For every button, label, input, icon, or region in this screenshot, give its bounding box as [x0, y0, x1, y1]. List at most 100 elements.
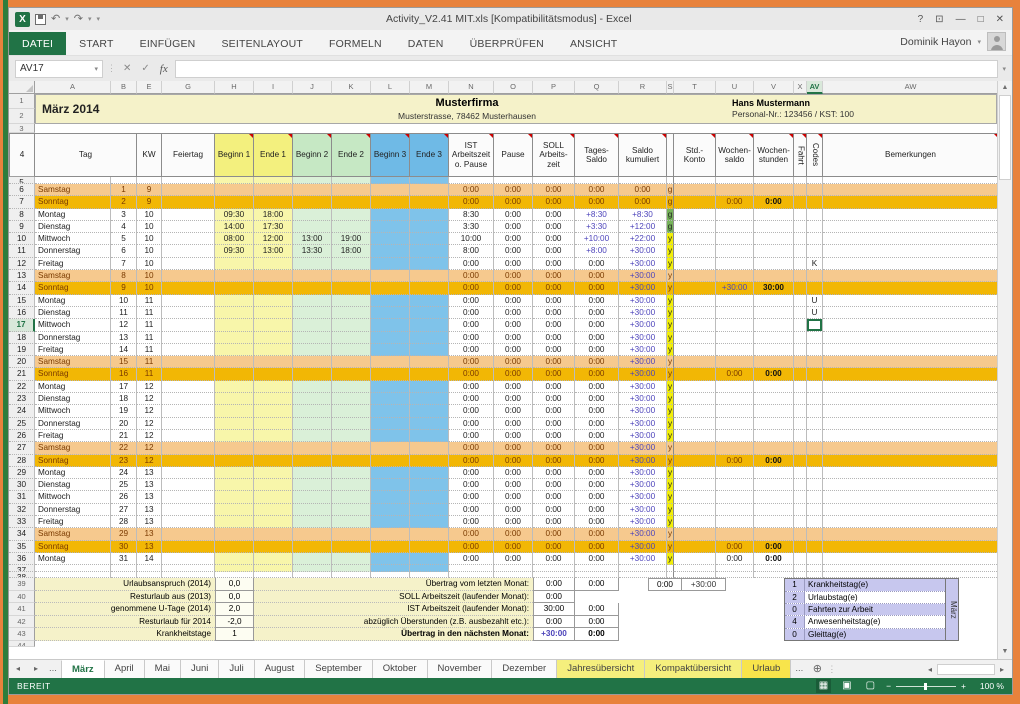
cell-ist-30[interactable]: 0:00 — [449, 479, 494, 491]
row-header-36[interactable]: 36 — [9, 553, 35, 565]
cell-bem-15[interactable] — [823, 295, 997, 307]
cell-soll-31[interactable]: 0:00 — [533, 491, 575, 503]
page-break-view-icon[interactable]: ▢ — [863, 679, 878, 693]
cell-e2-16[interactable] — [332, 307, 371, 319]
cell-day-24[interactable]: Mittwoch — [35, 405, 111, 417]
formula-input[interactable] — [175, 60, 999, 78]
cell-day-5[interactable] — [35, 177, 111, 184]
cell-b3-8[interactable] — [371, 209, 410, 221]
cell-ws-6[interactable] — [716, 184, 754, 196]
row-header-18[interactable]: 18 — [9, 332, 35, 344]
cell-bem-34[interactable] — [823, 528, 997, 540]
column-header-AV[interactable]: AV — [807, 81, 823, 94]
cell-kw-10[interactable]: 10 — [137, 233, 162, 245]
cell-s-26[interactable]: y — [667, 430, 674, 442]
cell-ws-28[interactable]: 0:00 — [716, 455, 754, 467]
cell-bem-33[interactable] — [823, 516, 997, 528]
cell-e3-23[interactable] — [410, 393, 449, 405]
cell-ist-27[interactable]: 0:00 — [449, 442, 494, 454]
cell-d-20[interactable]: 15 — [111, 356, 137, 368]
cell-s-21[interactable]: y — [667, 368, 674, 380]
cell-soll-37[interactable] — [533, 565, 575, 572]
cell-ks-27[interactable]: +30:00 — [619, 442, 667, 454]
cell-day-9[interactable]: Dienstag — [35, 221, 111, 233]
column-header-V[interactable]: V — [754, 81, 794, 94]
cell-b1-19[interactable] — [215, 344, 254, 356]
cell-fahrt-12[interactable] — [794, 258, 807, 270]
cell-ws-36[interactable]: 0:00 — [716, 553, 754, 565]
cell-std-29[interactable] — [674, 467, 716, 479]
cell-ts-21[interactable]: 0:00 — [575, 368, 619, 380]
cell-ks-15[interactable]: +30:00 — [619, 295, 667, 307]
cell-fahrt-37[interactable] — [794, 565, 807, 572]
cell-fahrt-5[interactable] — [794, 177, 807, 184]
cell-e2-27[interactable] — [332, 442, 371, 454]
cell-b1-20[interactable] — [215, 356, 254, 368]
cell-ts-10[interactable]: +10:00 — [575, 233, 619, 245]
cell-wh-9[interactable] — [754, 221, 794, 233]
cell-soll-18[interactable]: 0:00 — [533, 332, 575, 344]
cell-std-19[interactable] — [674, 344, 716, 356]
cell-std-13[interactable] — [674, 270, 716, 282]
cell-bem-21[interactable] — [823, 368, 997, 380]
column-header-I[interactable]: I — [254, 81, 293, 94]
cell-s-9[interactable]: g — [667, 221, 674, 233]
cell-ist-26[interactable]: 0:00 — [449, 430, 494, 442]
cell-kw-6[interactable]: 9 — [137, 184, 162, 196]
cell-e2-30[interactable] — [332, 479, 371, 491]
cell-std-34[interactable] — [674, 528, 716, 540]
cell-bem-25[interactable] — [823, 418, 997, 430]
cell-kw-28[interactable]: 12 — [137, 455, 162, 467]
column-header-M[interactable]: M — [410, 81, 449, 94]
cell-b3-6[interactable] — [371, 184, 410, 196]
row-header-30[interactable]: 30 — [9, 479, 35, 491]
cell-e3-33[interactable] — [410, 516, 449, 528]
cell-bem-31[interactable] — [823, 491, 997, 503]
cell-ks-22[interactable]: +30:00 — [619, 381, 667, 393]
column-header-Q[interactable]: Q — [575, 81, 619, 94]
cell-b1-18[interactable] — [215, 332, 254, 344]
cell-ks-10[interactable]: +22:00 — [619, 233, 667, 245]
cell-ist-16[interactable]: 0:00 — [449, 307, 494, 319]
column-header-R[interactable]: R — [619, 81, 667, 94]
cell-fei-11[interactable] — [162, 245, 215, 257]
cell-ist-12[interactable]: 0:00 — [449, 258, 494, 270]
cell-b2-25[interactable] — [293, 418, 332, 430]
row-header-34[interactable]: 34 — [9, 528, 35, 540]
cell-wh-25[interactable] — [754, 418, 794, 430]
row-header-17[interactable]: 17 — [9, 319, 35, 331]
cell-d-18[interactable]: 13 — [111, 332, 137, 344]
cell-ws-26[interactable] — [716, 430, 754, 442]
row-header-14[interactable]: 14 — [9, 282, 35, 294]
ribbon-tab-datei[interactable]: DATEI — [9, 32, 66, 55]
help-button[interactable]: ? — [918, 14, 924, 25]
cell-b2-12[interactable] — [293, 258, 332, 270]
cell-ts-36[interactable]: 0:00 — [575, 553, 619, 565]
cell-e2-10[interactable]: 19:00 — [332, 233, 371, 245]
cell-ks-21[interactable]: +30:00 — [619, 368, 667, 380]
cell-kw-30[interactable]: 13 — [137, 479, 162, 491]
cell-fei-24[interactable] — [162, 405, 215, 417]
cell-fei-35[interactable] — [162, 541, 215, 553]
ribbon-tab-einfügen[interactable]: EINFÜGEN — [127, 32, 209, 55]
cell-e1-23[interactable] — [254, 393, 293, 405]
cell-ist-35[interactable]: 0:00 — [449, 541, 494, 553]
row-header-41[interactable]: 41 — [9, 603, 35, 616]
cell-std-12[interactable] — [674, 258, 716, 270]
cell-codes-20[interactable] — [807, 356, 823, 368]
row-header-12[interactable]: 12 — [9, 258, 35, 270]
cell-fei-37[interactable] — [162, 565, 215, 572]
cell-b1-21[interactable] — [215, 368, 254, 380]
column-header-K[interactable]: K — [332, 81, 371, 94]
cell-b2-17[interactable] — [293, 319, 332, 331]
cell-d-16[interactable]: 11 — [111, 307, 137, 319]
cell-ks-36[interactable]: +30:00 — [619, 553, 667, 565]
cell-pause-18[interactable]: 0:00 — [494, 332, 533, 344]
cell-e3-26[interactable] — [410, 430, 449, 442]
cell-fahrt-21[interactable] — [794, 368, 807, 380]
cell-e3-13[interactable] — [410, 270, 449, 282]
cell-ts-20[interactable]: 0:00 — [575, 356, 619, 368]
name-box[interactable]: AV17 ▾ — [15, 60, 103, 78]
cell-e1-35[interactable] — [254, 541, 293, 553]
cell-e1-20[interactable] — [254, 356, 293, 368]
